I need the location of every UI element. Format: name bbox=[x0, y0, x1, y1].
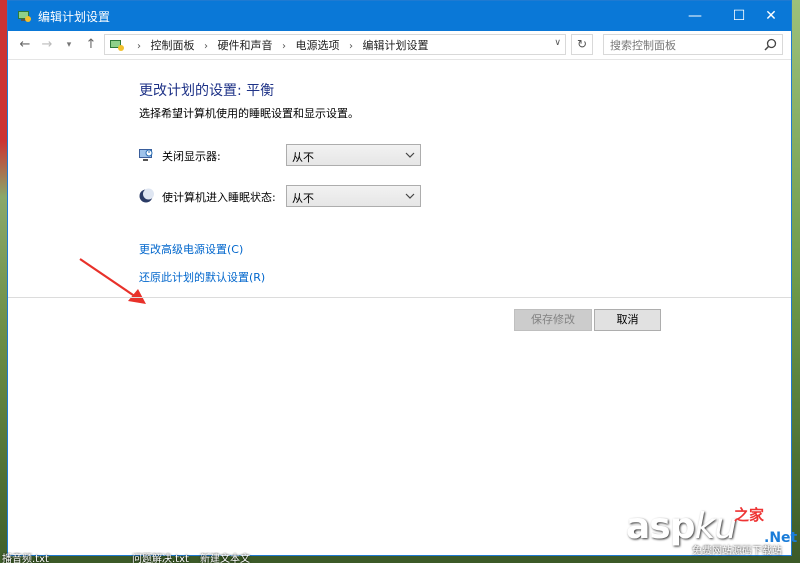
recent-locations-button[interactable]: ▾ bbox=[60, 36, 78, 54]
window-title: 编辑计划设置 bbox=[38, 10, 111, 24]
address-dropdown-icon[interactable]: ∨ bbox=[554, 38, 561, 48]
breadcrumb: › 控制面板 › 硬件和声音 › 电源选项 › 编辑计划设置 bbox=[131, 37, 429, 53]
search-input[interactable] bbox=[608, 36, 762, 55]
breadcrumb-separator: › bbox=[282, 41, 286, 52]
breadcrumb-separator: › bbox=[349, 41, 353, 52]
close-button[interactable]: ✕ bbox=[749, 1, 793, 31]
cancel-button[interactable]: 取消 bbox=[594, 309, 661, 331]
breadcrumb-hardware-sound[interactable]: 硬件和声音 bbox=[218, 39, 273, 52]
search-icon[interactable] bbox=[764, 38, 777, 51]
save-changes-button[interactable]: 保存修改 bbox=[514, 309, 592, 331]
search-box bbox=[603, 34, 783, 55]
display-off-label: 关闭显示器: bbox=[162, 150, 221, 163]
control-panel-icon bbox=[18, 11, 31, 22]
sleep-value: 从不 bbox=[292, 192, 314, 205]
back-button[interactable]: ← bbox=[16, 36, 34, 54]
display-off-select[interactable]: 从不 bbox=[286, 144, 421, 166]
monitor-icon bbox=[139, 149, 153, 161]
navigation-bar: ← → ▾ ↑ › 控制面板 › 硬件和声音 › 电源选项 › 编辑计划设置 ∨… bbox=[8, 31, 791, 60]
page-subtitle: 选择希望计算机使用的睡眠设置和显示设置。 bbox=[139, 107, 359, 120]
breadcrumb-separator: › bbox=[137, 41, 141, 52]
desktop-background-left bbox=[0, 0, 7, 563]
chevron-down-icon bbox=[405, 152, 415, 158]
main-content: 更改计划的设置: 平衡 选择希望计算机使用的睡眠设置和显示设置。 关闭显示器: … bbox=[8, 59, 791, 557]
desktop-background-right bbox=[792, 0, 800, 563]
desktop-file-label[interactable]: 问题解决.txt bbox=[132, 552, 189, 563]
chevron-down-icon bbox=[405, 193, 415, 199]
refresh-button[interactable]: ↻ bbox=[571, 34, 593, 55]
title-bar[interactable]: 编辑计划设置 — ☐ ✕ bbox=[8, 1, 791, 31]
minimize-button[interactable]: — bbox=[673, 1, 717, 31]
display-off-setting: 关闭显示器: 从不 bbox=[138, 144, 438, 166]
watermark-tagline: 免费网站源码下载站 bbox=[692, 546, 782, 557]
breadcrumb-control-panel[interactable]: 控制面板 bbox=[151, 39, 195, 52]
breadcrumb-power-options[interactable]: 电源选项 bbox=[296, 39, 340, 52]
watermark-logo: aspku bbox=[626, 506, 737, 547]
watermark-cn: 之家 bbox=[734, 506, 765, 524]
site-watermark: aspku 之家 .Net 免费网站源码下载站 bbox=[626, 506, 797, 557]
breadcrumb-separator: › bbox=[204, 41, 208, 52]
breadcrumb-edit-plan[interactable]: 编辑计划设置 bbox=[363, 39, 429, 52]
display-off-value: 从不 bbox=[292, 151, 314, 164]
desktop-file-label[interactable]: 新建文本文 bbox=[200, 552, 250, 563]
up-button[interactable]: ↑ bbox=[82, 36, 100, 54]
edit-plan-settings-window: 编辑计划设置 — ☐ ✕ ← → ▾ ↑ › 控制面板 › 硬件和声音 › 电源… bbox=[7, 0, 792, 556]
page-title: 更改计划的设置: 平衡 bbox=[139, 83, 275, 99]
change-advanced-power-settings-link[interactable]: 更改高级电源设置(C) bbox=[139, 241, 243, 257]
restore-default-settings-link[interactable]: 还原此计划的默认设置(R) bbox=[139, 269, 265, 285]
sleep-label: 使计算机进入睡眠状态: bbox=[162, 191, 276, 204]
divider bbox=[8, 297, 791, 298]
forward-button[interactable]: → bbox=[38, 36, 56, 54]
address-bar[interactable]: › 控制面板 › 硬件和声音 › 电源选项 › 编辑计划设置 ∨ bbox=[104, 34, 566, 55]
control-panel-icon bbox=[110, 40, 124, 51]
moon-icon bbox=[139, 188, 154, 203]
desktop-file-label[interactable]: 播音频.txt bbox=[2, 552, 49, 563]
sleep-select[interactable]: 从不 bbox=[286, 185, 421, 207]
sleep-setting: 使计算机进入睡眠状态: 从不 bbox=[138, 185, 438, 207]
